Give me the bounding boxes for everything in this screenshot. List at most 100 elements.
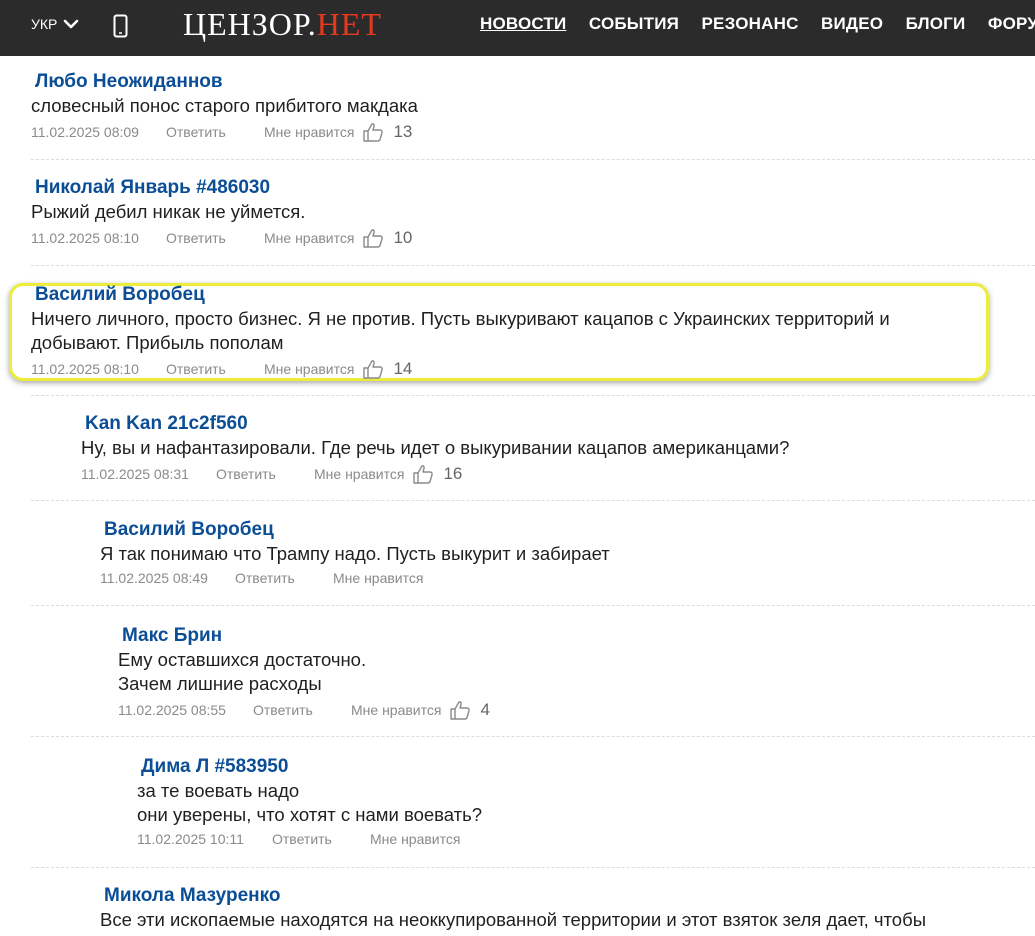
comment-author[interactable]: Микола Мазуренко: [104, 885, 926, 907]
comment: Дима Л #583950 за те воевать надо они ув…: [137, 756, 482, 847]
like-count: 16: [443, 464, 463, 483]
language-switcher[interactable]: УКР: [31, 16, 79, 32]
comment-date: 11.02.2025 08:09: [31, 124, 139, 140]
comment-meta: 11.02.2025 10:11 Ответить Мне нравится: [137, 831, 482, 847]
top-header: УКР ЦЕНЗОР.НЕТ НОВОСТИ СОБЫТИЯ РЕЗОНАНС …: [0, 0, 1035, 56]
comment-text: словесный понос старого прибитого макдак…: [31, 94, 418, 118]
comment-text: Ему оставшихся достаточно. Зачем лишние …: [118, 648, 490, 696]
like-label: Мне нравится: [264, 124, 355, 140]
comment-date: 11.02.2025 08:10: [31, 361, 139, 377]
like-count: 14: [393, 359, 413, 378]
comment-text: Все эти ископаемые находятся на неоккупи…: [100, 908, 926, 932]
comment-date: 11.02.2025 10:11: [137, 831, 244, 847]
comment-author[interactable]: Любо Неожиданнов: [35, 71, 418, 93]
comment-divider: [31, 736, 1035, 737]
comment-divider: [31, 395, 1035, 396]
thumbs-up-icon: [363, 123, 384, 142]
like-count: 13: [393, 122, 413, 141]
comment-date: 11.02.2025 08:49: [100, 570, 208, 586]
reply-button[interactable]: Ответить: [216, 466, 314, 482]
comment-date: 11.02.2025 08:10: [31, 230, 139, 246]
nav-resonance[interactable]: РЕЗОНАНС: [702, 14, 799, 33]
comment: Микола Мазуренко Все эти ископаемые нахо…: [100, 885, 926, 932]
comment-author[interactable]: Николай Январь #486030: [35, 177, 412, 199]
like-label: Мне нравится: [370, 831, 461, 847]
thumbs-up-icon: [363, 360, 384, 379]
comment-meta: 11.02.2025 08:10 Ответить Мне нравится 1…: [31, 359, 890, 379]
thumbs-up-icon: [450, 701, 471, 720]
comment-meta: 11.02.2025 08:09 Ответить Мне нравится 1…: [31, 122, 418, 142]
like-button[interactable]: Мне нравится 10: [264, 228, 412, 248]
reply-button[interactable]: Ответить: [166, 124, 264, 140]
logo-dot: .: [307, 6, 317, 42]
reply-button[interactable]: Ответить: [253, 702, 351, 718]
like-label: Мне нравится: [264, 230, 355, 246]
nav-events[interactable]: СОБЫТИЯ: [589, 14, 679, 33]
comment-divider: [31, 605, 1035, 606]
comment: Kan Kan 21c2f560 Ну, вы и нафантазировал…: [81, 413, 789, 484]
comment-text: за те воевать надо они уверены, что хотя…: [137, 779, 482, 827]
comment-date: 11.02.2025 08:55: [118, 702, 226, 718]
comment-author[interactable]: Kan Kan 21c2f560: [85, 413, 789, 435]
comment: Василий Воробец Я так понимаю что Трампу…: [100, 519, 610, 586]
like-count: 4: [480, 700, 490, 719]
site-logo[interactable]: ЦЕНЗОР.НЕТ: [183, 6, 382, 43]
like-button[interactable]: Мне нравится: [333, 570, 423, 586]
language-label: УКР: [31, 16, 58, 32]
comment-divider: [31, 265, 1035, 266]
nav-blogs[interactable]: БЛОГИ: [906, 14, 966, 33]
comment: Любо Неожиданнов словесный понос старого…: [31, 71, 418, 142]
like-count: 10: [393, 228, 413, 247]
comment-line: Ему оставшихся достаточно.: [118, 649, 367, 670]
nav-video[interactable]: ВИДЕО: [821, 14, 883, 33]
like-button[interactable]: Мне нравится 16: [314, 464, 462, 484]
comment-text: Ну, вы и нафантазировали. Где речь идет …: [81, 436, 789, 460]
comment-meta: 11.02.2025 08:31 Ответить Мне нравится 1…: [81, 464, 789, 484]
comment: Николай Январь #486030 Рыжий дебил никак…: [31, 177, 412, 248]
like-button[interactable]: Мне нравится: [370, 831, 460, 847]
reply-button[interactable]: Ответить: [272, 831, 370, 847]
comment-line: Ничего личного, просто бизнес. Я не прот…: [31, 308, 890, 329]
logo-part-2: НЕТ: [316, 6, 382, 42]
like-label: Мне нравится: [333, 570, 424, 586]
comment-line: Зачем лишние расходы: [118, 673, 322, 694]
nav-forum[interactable]: ФОРУМ: [988, 14, 1035, 33]
like-button[interactable]: Мне нравится 13: [264, 122, 412, 142]
reply-button[interactable]: Ответить: [166, 361, 264, 377]
reply-button[interactable]: Ответить: [166, 230, 264, 246]
reply-button[interactable]: Ответить: [235, 570, 333, 586]
comment-line: Я так понимаю что Трампу надо. Пусть вык…: [100, 543, 610, 564]
comment-divider: [31, 500, 1035, 501]
comment-divider: [31, 867, 1035, 868]
like-label: Мне нравится: [264, 361, 355, 377]
comment-divider: [31, 159, 1035, 160]
comment-author[interactable]: Дима Л #583950: [141, 756, 482, 778]
comment: Макс Брин Ему оставшихся достаточно. Зач…: [118, 625, 490, 720]
thumbs-up-icon: [413, 465, 434, 484]
chevron-down-icon: [64, 19, 79, 29]
comment-text: Рыжий дебил никак не уймется.: [31, 200, 412, 224]
like-label: Мне нравится: [314, 466, 405, 482]
mobile-version-icon[interactable]: [113, 14, 128, 38]
thumbs-up-icon: [363, 229, 384, 248]
comment-line: добывают. Прибыль пополам: [31, 332, 284, 353]
comment-highlighted: Василий Воробец Ничего личного, просто б…: [31, 284, 890, 379]
comment-meta: 11.02.2025 08:10 Ответить Мне нравится 1…: [31, 228, 412, 248]
logo-part-1: ЦЕНЗОР: [183, 6, 308, 42]
nav-news[interactable]: НОВОСТИ: [480, 14, 566, 33]
like-button[interactable]: Мне нравится 14: [264, 359, 412, 379]
comment-text: Ничего личного, просто бизнес. Я не прот…: [31, 307, 890, 355]
comment-date: 11.02.2025 08:31: [81, 466, 189, 482]
comment-author[interactable]: Василий Воробец: [35, 284, 890, 306]
like-button[interactable]: Мне нравится 4: [351, 700, 490, 720]
comment-line: Ну, вы и нафантазировали. Где речь идет …: [81, 437, 790, 458]
comment-line: они уверены, что хотят с нами воевать?: [137, 804, 483, 825]
comment-line: за те воевать надо: [137, 780, 300, 801]
main-nav: НОВОСТИ СОБЫТИЯ РЕЗОНАНС ВИДЕО БЛОГИ ФОР…: [480, 14, 1035, 34]
comment-author[interactable]: Макс Брин: [122, 625, 490, 647]
comment-text: Я так понимаю что Трампу надо. Пусть вык…: [100, 542, 610, 566]
like-label: Мне нравится: [351, 702, 442, 718]
comment-line: словесный понос старого прибитого макдак…: [31, 95, 418, 116]
comment-line: Все эти ископаемые находятся на неоккупи…: [100, 909, 926, 930]
comment-author[interactable]: Василий Воробец: [104, 519, 610, 541]
